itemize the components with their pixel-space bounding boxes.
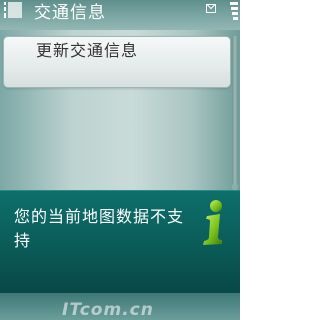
scrollbar-thumb[interactable] xyxy=(232,36,238,186)
softkey-bar: ITcom.cn xyxy=(0,293,240,320)
phone-screen: 交通信息 更新交通信息 您的当前地图数据不支持 ITcom.cn xyxy=(0,0,240,320)
status-header: 交通信息 xyxy=(0,0,240,30)
info-dialog: 您的当前地图数据不支持 xyxy=(0,190,240,294)
watermark-logo: ITcom.cn xyxy=(62,300,154,320)
battery-icon xyxy=(230,2,238,20)
page-title: 交通信息 xyxy=(34,3,106,23)
dialog-message: 您的当前地图数据不支持 xyxy=(14,207,185,250)
info-icon xyxy=(203,200,222,245)
menu-item-update-traffic[interactable]: 更新交通信息 xyxy=(3,36,231,88)
signal-strength-icon xyxy=(4,2,22,18)
menu-item-label: 更新交通信息 xyxy=(36,41,139,60)
envelope-icon xyxy=(206,4,216,13)
scrollbar[interactable] xyxy=(232,36,238,191)
